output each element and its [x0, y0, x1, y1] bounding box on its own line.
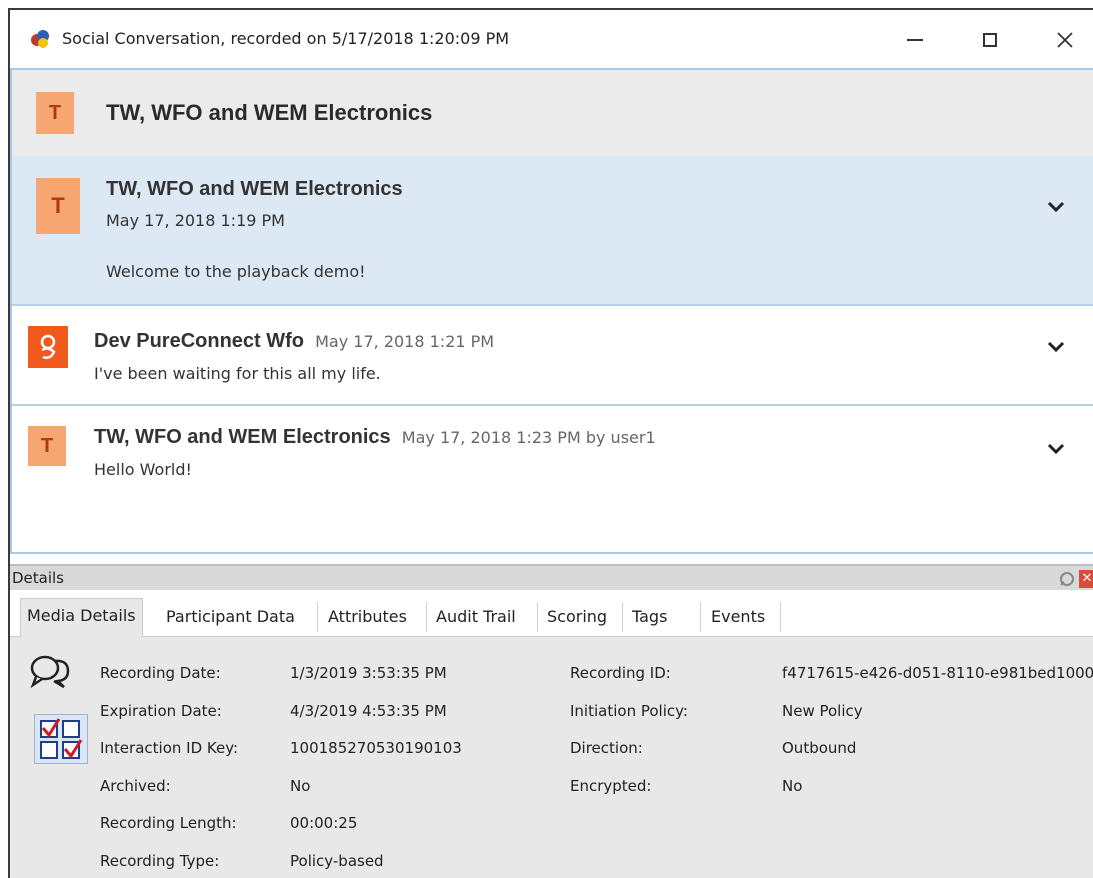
details-title: Details: [12, 569, 65, 587]
tab-separator: [780, 602, 781, 632]
message-body: Hello World!: [94, 460, 192, 479]
message-timestamp: May 17, 2018 1:21 PM: [315, 332, 495, 351]
recording-length-value: 00:00:25: [290, 814, 358, 832]
archived-label: Archived:: [100, 777, 171, 795]
message-sender: TW, WFO and WEM Electronics: [94, 426, 391, 448]
expand-message-button[interactable]: [1045, 336, 1067, 358]
encrypted-label: Encrypted:: [570, 777, 652, 795]
window-title: Social Conversation, recorded on 5/17/20…: [62, 29, 510, 48]
recording-type-value: Policy-based: [290, 852, 384, 870]
message-header-line: Dev PureConnect Wfo May 17, 2018 1:21 PM: [94, 330, 494, 353]
app-logo-icon: [31, 30, 49, 48]
recording-type-label: Recording Type:: [100, 852, 220, 870]
message-timestamp: May 17, 2018 1:23 PM by user1: [401, 428, 656, 447]
conversation-header: T TW, WFO and WEM Electronics: [12, 70, 1093, 157]
details-pane: Details ✕ Media Details Participant Data…: [10, 564, 1093, 878]
message-item[interactable]: Dev PureConnect Wfo May 17, 2018 1:21 PM…: [12, 306, 1093, 406]
direction-label: Direction:: [570, 739, 643, 757]
conversation-bubbles-icon: [30, 655, 70, 689]
conversation-pane: T TW, WFO and WEM Electronics T TW, WFO …: [10, 68, 1093, 554]
tab-events[interactable]: Events: [705, 600, 771, 634]
message-body: I've been waiting for this all my life.: [94, 364, 381, 383]
message-item[interactable]: T TW, WFO and WEM Electronics May 17, 20…: [12, 406, 1093, 552]
initiation-policy-value: New Policy: [782, 702, 863, 720]
details-tabs: Media Details Participant Data Attribute…: [10, 590, 1093, 637]
tab-media-details[interactable]: Media Details: [20, 598, 143, 637]
pin-icon[interactable]: [1057, 570, 1075, 588]
avatar: T: [36, 178, 80, 234]
encrypted-value: No: [782, 777, 803, 795]
chevron-down-icon: [1047, 201, 1065, 213]
tab-audit-trail[interactable]: Audit Trail: [430, 600, 522, 634]
conversation-title: TW, WFO and WEM Electronics: [106, 100, 433, 125]
interaction-id-key-value: 100185270530190103: [290, 739, 462, 757]
message-item[interactable]: T TW, WFO and WEM Electronics May 17, 20…: [12, 156, 1093, 306]
tab-separator: [426, 602, 427, 632]
details-header: Details ✕: [10, 564, 1093, 590]
expand-message-button[interactable]: [1045, 196, 1067, 218]
interaction-id-key-label: Interaction ID Key:: [100, 739, 239, 757]
message-sender: Dev PureConnect Wfo: [94, 330, 305, 352]
archived-value: No: [290, 777, 311, 795]
maximize-button[interactable]: [965, 20, 1015, 60]
tab-separator: [700, 602, 701, 632]
checklist-icon: [34, 714, 88, 764]
expiration-date-value: 4/3/2019 4:53:35 PM: [290, 702, 447, 720]
social-conversation-window: Social Conversation, recorded on 5/17/20…: [8, 8, 1093, 878]
minimize-icon: [907, 39, 923, 41]
recording-date-value: 1/3/2019 3:53:35 PM: [290, 664, 447, 682]
close-details-button[interactable]: ✕: [1079, 570, 1093, 588]
message-header-line: TW, WFO and WEM Electronics May 17, 2018…: [94, 426, 656, 449]
close-button[interactable]: [1040, 20, 1090, 60]
chevron-down-icon: [1047, 341, 1065, 353]
recording-length-label: Recording Length:: [100, 814, 237, 832]
tab-tags[interactable]: Tags: [626, 600, 673, 634]
message-body: Welcome to the playback demo!: [106, 262, 366, 281]
expand-message-button[interactable]: [1045, 438, 1067, 460]
expiration-date-label: Expiration Date:: [100, 702, 222, 720]
avatar: T: [28, 426, 66, 466]
maximize-icon: [983, 33, 997, 47]
tab-separator: [537, 602, 538, 632]
tab-scoring[interactable]: Scoring: [541, 600, 613, 634]
recording-date-label: Recording Date:: [100, 664, 221, 682]
tab-separator: [317, 602, 318, 632]
recording-id-label: Recording ID:: [570, 664, 671, 682]
avatar: T: [36, 92, 74, 134]
genesys-logo-icon: [28, 326, 68, 368]
title-bar: Social Conversation, recorded on 5/17/20…: [10, 10, 1093, 68]
chevron-down-icon: [1047, 443, 1065, 455]
tab-attributes[interactable]: Attributes: [322, 600, 413, 634]
recording-id-value: f4717615-e426-d051-8110-e981bed10001: [782, 664, 1093, 682]
tab-separator: [622, 602, 623, 632]
minimize-button[interactable]: [890, 20, 940, 60]
message-timestamp: May 17, 2018 1:19 PM: [106, 211, 285, 230]
direction-value: Outbound: [782, 739, 857, 757]
close-icon: [1057, 32, 1073, 48]
initiation-policy-label: Initiation Policy:: [570, 702, 688, 720]
message-sender: TW, WFO and WEM Electronics: [106, 178, 403, 200]
tab-participant-data[interactable]: Participant Data: [160, 600, 301, 634]
